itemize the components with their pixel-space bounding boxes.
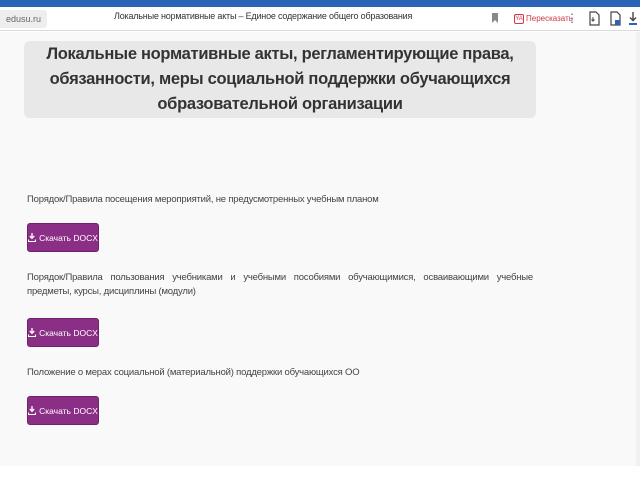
download-button-label: Скачать DOCX	[39, 327, 98, 338]
file-extension-icon[interactable]	[609, 11, 621, 26]
download-icon	[28, 406, 37, 415]
page-heading: Локальные нормативные акты, регламентиру…	[46, 45, 514, 113]
address-bar[interactable]: edusu.ru	[0, 9, 48, 28]
document-label: Порядок/Правила пользования учебниками и…	[27, 272, 533, 297]
retell-icon: YA	[514, 13, 524, 24]
download-button-label: Скачать DOCX	[39, 405, 98, 416]
download-icon	[28, 233, 37, 242]
page-title-text: Локальные нормативные акты – Единое соде…	[114, 11, 413, 21]
download-button-label: Скачать DOCX	[39, 232, 98, 243]
download-icon	[28, 328, 37, 337]
browser-top-strip	[0, 0, 640, 7]
document-extension-icon[interactable]	[588, 11, 600, 26]
heading-panel: Локальные нормативные акты, регламентиру…	[24, 41, 536, 118]
more-menu-icon[interactable]: ⋮	[566, 11, 578, 25]
download-icon[interactable]	[627, 11, 639, 26]
bottom-blank-area	[0, 466, 640, 480]
scrollbar[interactable]	[636, 32, 640, 466]
download-docx-button[interactable]: Скачать DOCX	[27, 223, 99, 252]
address-domain: edusu.ru	[6, 13, 42, 24]
download-docx-button[interactable]: Скачать DOCX	[27, 318, 99, 347]
document-label: Порядок/Правила посещения мероприятий, н…	[27, 194, 379, 205]
bookmark-icon[interactable]	[491, 12, 499, 24]
download-docx-button[interactable]: Скачать DOCX	[27, 396, 99, 425]
browser-toolbar: edusu.ru Локальные нормативные акты – Ед…	[0, 7, 640, 31]
document-label: Положение о мерах социальной (материальн…	[27, 367, 360, 378]
